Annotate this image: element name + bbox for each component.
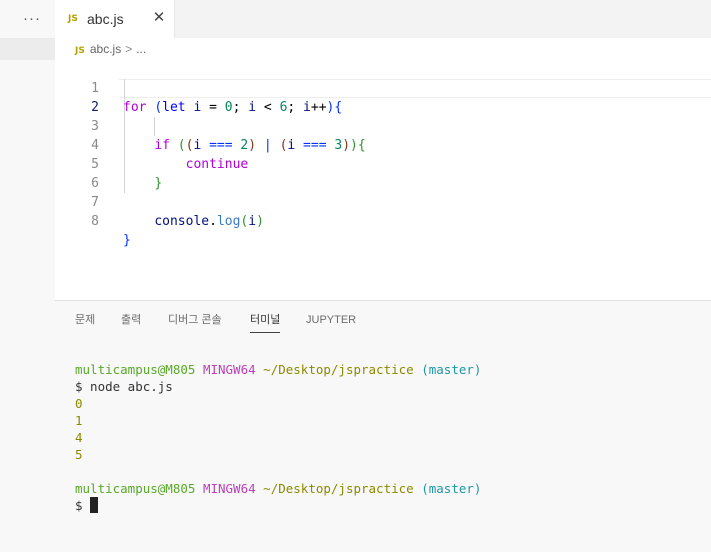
tab-output[interactable]: 출력 bbox=[121, 311, 141, 329]
code-line: 1 for (let i = 0; i < 6; i++){ bbox=[55, 60, 711, 115]
more-actions-icon[interactable]: ··· bbox=[18, 9, 46, 29]
breadcrumb-chevron-icon: > bbox=[125, 42, 133, 56]
terminal-input-line[interactable]: $ bbox=[75, 497, 481, 514]
terminal-output-line: 4 bbox=[75, 430, 83, 445]
code-line: 5 } bbox=[55, 136, 711, 191]
tab-terminal[interactable]: 터미널 bbox=[250, 311, 281, 333]
terminal-cursor bbox=[90, 497, 99, 513]
code-line: 8 } bbox=[55, 193, 711, 248]
breadcrumb-file[interactable]: abc.js bbox=[90, 42, 121, 56]
bottom-panel: 문제 출력 디버그 콘솔 터미널 JUPYTER multicampus@M80… bbox=[55, 300, 711, 552]
left-strip: ··· bbox=[0, 0, 55, 551]
code-editor[interactable]: JS abc.js >... 1 for (let i = 0; i < 6; i+… bbox=[55, 38, 711, 300]
breadcrumb: JS abc.js >... bbox=[75, 42, 146, 58]
code-line: 3 if ((i === 2) | (i === 3)){ bbox=[55, 98, 711, 153]
terminal-prompt-line: multicampus@M805 MINGW64 ~/Desktop/jspra… bbox=[75, 481, 482, 496]
left-strip-band bbox=[0, 38, 55, 60]
tab-label: abc.js bbox=[87, 11, 124, 27]
code-line: 2 bbox=[55, 79, 711, 115]
javascript-file-icon: JS bbox=[68, 14, 78, 24]
line-number: 8 bbox=[91, 214, 99, 229]
editor-tabs-bar: JS abc.js ✕ bbox=[55, 0, 711, 39]
code-line: 6 bbox=[55, 155, 711, 191]
terminal-prompt-symbol: $ bbox=[75, 498, 83, 513]
tab-jupyter[interactable]: JUPYTER bbox=[306, 311, 356, 329]
terminal-output-line: 5 bbox=[75, 447, 83, 462]
terminal-output-line: 1 bbox=[75, 413, 83, 428]
terminal-output[interactable]: multicampus@M805 MINGW64 ~/Desktop/jspra… bbox=[75, 361, 481, 514]
breadcrumb-rest[interactable]: ... bbox=[136, 42, 146, 56]
tab-abc-js[interactable]: JS abc.js ✕ bbox=[55, 0, 175, 38]
code-line: 7 console.log(i) bbox=[55, 174, 711, 229]
terminal-prompt-line: multicampus@M805 MINGW64 ~/Desktop/jspra… bbox=[75, 362, 482, 377]
terminal-output-line: 0 bbox=[75, 396, 83, 411]
terminal-command: $ node abc.js bbox=[75, 379, 173, 394]
code-lines: 1 for (let i = 0; i < 6; i++){ 2 3 if ((… bbox=[55, 60, 711, 248]
javascript-file-icon: JS bbox=[75, 46, 85, 56]
close-tab-icon[interactable]: ✕ bbox=[152, 9, 166, 27]
tab-debug-console[interactable]: 디버그 콘솔 bbox=[168, 311, 222, 329]
code-line: 4 continue bbox=[55, 117, 711, 172]
tab-problems[interactable]: 문제 bbox=[75, 311, 95, 329]
